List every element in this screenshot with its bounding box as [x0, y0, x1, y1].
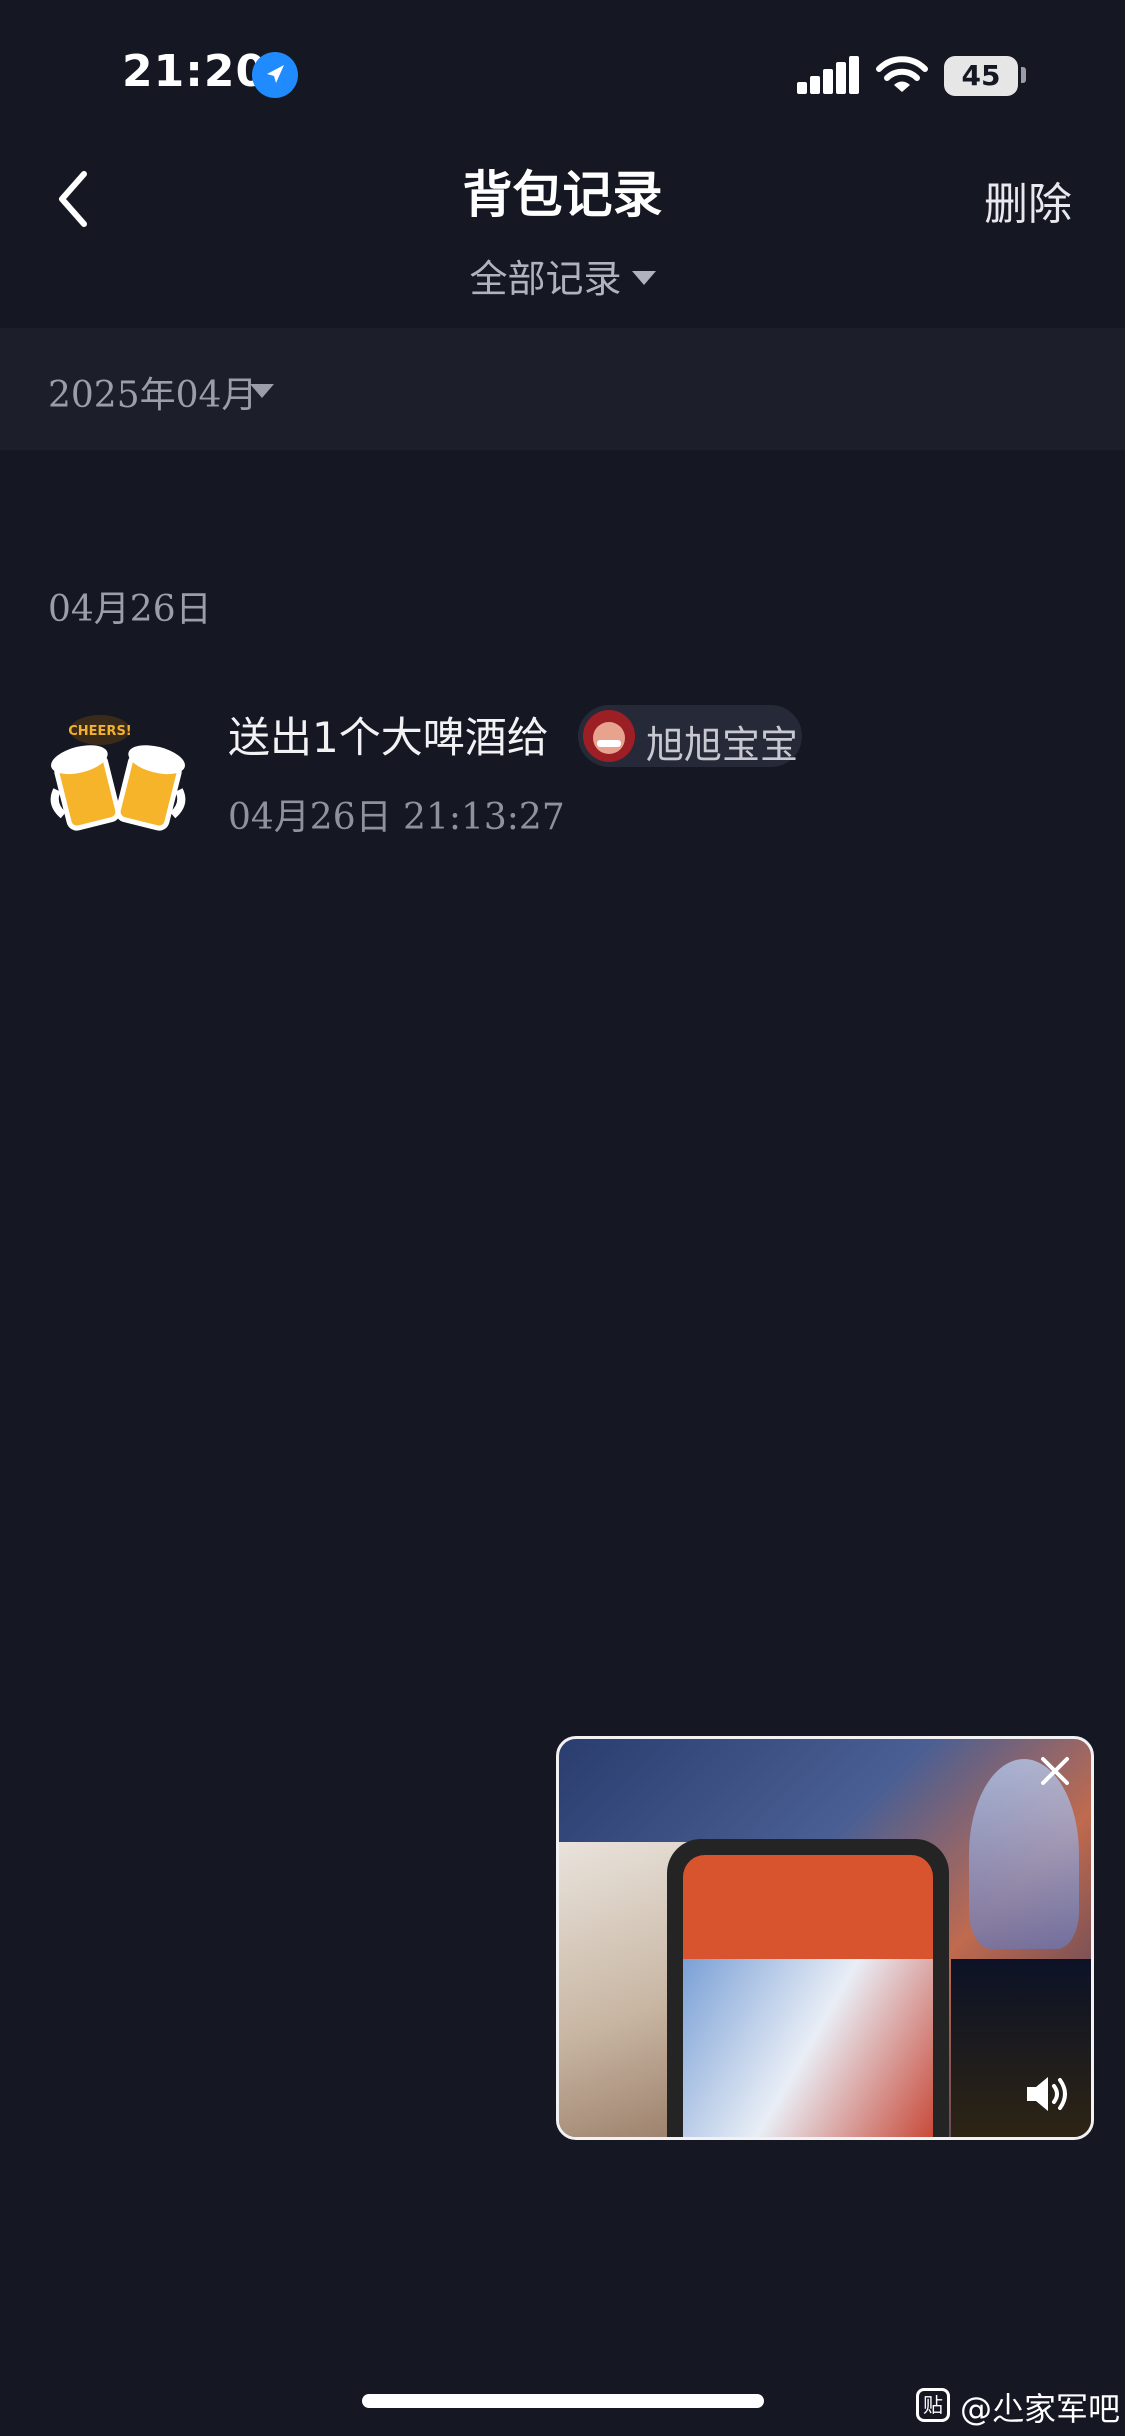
delete-button[interactable]: 删除 — [984, 168, 1072, 232]
video-frame-phone-content — [683, 1959, 933, 2137]
location-arrow-icon — [252, 52, 298, 98]
close-icon[interactable] — [1035, 1751, 1075, 1791]
watermark-text: @尐家军吧 — [960, 2390, 1121, 2428]
home-indicator[interactable] — [362, 2394, 764, 2408]
record-description: 送出1个大啤酒给 — [228, 713, 549, 762]
cheers-sign-text: CHEERS! — [68, 724, 131, 739]
cellular-signal-icon — [797, 56, 859, 96]
filter-label: 全部记录 — [469, 257, 622, 301]
beer-gift-icon: CHEERS! — [50, 710, 186, 834]
page-title: 背包记录 — [462, 166, 663, 224]
status-time: 21:20 — [122, 46, 268, 97]
volume-icon[interactable] — [1023, 2073, 1073, 2115]
record-timestamp: 04月26日 21:13:27 — [228, 797, 565, 838]
date-heading: 04月26日 — [48, 589, 212, 630]
caret-down-icon — [250, 384, 274, 398]
record-filter-dropdown[interactable]: 全部记录 — [0, 248, 1125, 303]
battery-tip — [1021, 67, 1026, 83]
caret-down-icon — [631, 270, 656, 285]
battery-indicator: 45 — [944, 56, 1018, 96]
watermark-logo: 贴 — [916, 2388, 950, 2422]
wifi-icon — [876, 54, 928, 96]
recipient-avatar — [583, 710, 635, 762]
recipient-chip[interactable]: 旭旭宝宝 — [578, 705, 802, 767]
recipient-name: 旭旭宝宝 — [646, 723, 799, 767]
month-label[interactable]: 2025年04月 — [48, 366, 257, 418]
floating-video-player[interactable] — [556, 1736, 1094, 2140]
video-frame-phone — [667, 1839, 949, 2137]
